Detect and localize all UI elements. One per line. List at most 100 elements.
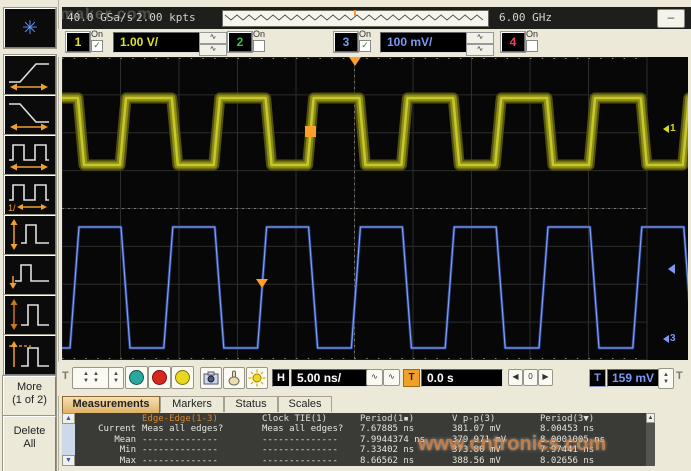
channel-2-button[interactable]: 2 (228, 32, 252, 52)
cell: 8.00453 ns (540, 424, 640, 434)
delete-all-button[interactable]: Delete All (3, 416, 56, 471)
vertical-adjust-label: T (62, 370, 69, 382)
hand-icon (226, 370, 242, 386)
vtop-meas-button[interactable] (4, 335, 56, 375)
display-brightness-button[interactable] (246, 367, 268, 389)
edge-marker-ch3[interactable] (256, 279, 268, 288)
measurements-scrollbar-left[interactable]: ▲ ▼ (62, 413, 75, 466)
touch-button[interactable] (223, 367, 245, 389)
vertical-scale-spinner[interactable]: ▲ ▼ (108, 367, 124, 389)
pan-right-button[interactable]: ▶ (538, 369, 553, 386)
channel-4-on-checkbox[interactable] (526, 40, 538, 52)
memory-depth-readout: 2.00 kpts (136, 11, 196, 24)
screen-capture-button[interactable] (200, 367, 222, 389)
edge-marker-ch1[interactable] (305, 126, 316, 137)
spin-down-icon[interactable]: ▼ (113, 378, 119, 385)
channel-1-scale-field[interactable]: 1.00 V/ (113, 32, 204, 53)
v-pp-icon (5, 216, 53, 252)
waveform-display[interactable]: 1 3 (62, 57, 688, 360)
marker-teal-button[interactable] (125, 366, 148, 389)
channel-3-ground-marker[interactable]: 3 (663, 333, 676, 344)
scroll-up-icon[interactable]: ▲ (62, 413, 75, 424)
pan-left-button[interactable]: ◀ (508, 369, 523, 386)
more-button[interactable]: More (1 of 2) (3, 376, 56, 418)
tab-scales[interactable]: Scales (278, 396, 332, 412)
minimize-button[interactable]: – (657, 9, 685, 28)
channel-1-coupling-button-bottom[interactable]: ∿ (199, 44, 227, 56)
bandwidth-readout: 6.00 GHz (499, 11, 552, 24)
row-label: Max (78, 456, 142, 466)
spin-up-icon[interactable]: ▲ (663, 372, 669, 379)
timebase-field[interactable]: 5.00 ns/ (291, 369, 368, 387)
channel-3-coupling-button-top[interactable]: ∿ (466, 32, 494, 44)
spin-up-icon[interactable]: ▲ (93, 371, 99, 378)
vmax-meas-button[interactable] (4, 295, 56, 335)
rise-time-meas-button[interactable] (4, 55, 56, 95)
row-label: Current (78, 424, 142, 434)
trigger-menu-button[interactable]: T (589, 369, 606, 387)
channel-1-on-label: On (91, 29, 103, 39)
cell: Meas all edges? (262, 424, 360, 434)
spin-up-icon[interactable]: ▲ (83, 371, 89, 378)
horizontal-position-field[interactable]: 0.0 s (421, 369, 503, 387)
v-max-icon (5, 296, 53, 332)
frequency-icon: 1/ (5, 176, 53, 212)
channel-3-on-checkbox[interactable]: ✓ (359, 40, 371, 52)
measurements-scrollbar-right[interactable]: ▲ (646, 413, 655, 466)
channel-3-scale-field[interactable]: 100 mV/ (380, 32, 471, 53)
spin-down-icon[interactable]: ▼ (663, 379, 669, 386)
channel-4-button[interactable]: 4 (501, 32, 525, 52)
trigger-level-field[interactable]: 159 mV (607, 369, 661, 387)
channel-2-on-label: On (253, 29, 265, 39)
tab-status[interactable]: Status (224, 396, 278, 412)
channel-1-button[interactable]: 1 (66, 32, 90, 52)
cell: Meas all edges? (142, 424, 262, 434)
channel-1-coupling-button-top[interactable]: ∿ (199, 32, 227, 44)
cell: 7.97441 ns (540, 445, 640, 455)
acquisition-preview-bar[interactable] (222, 10, 489, 27)
zoom-waveform-button-2[interactable]: ∿ (383, 369, 400, 386)
col-header-edge-edge: Edge-Edge(1-3) (142, 414, 262, 424)
trigger-level-spinner[interactable]: ▲ ▼ (658, 368, 674, 389)
cell: -------------- (142, 445, 262, 455)
zoom-waveform-button-1[interactable]: ∿ (366, 369, 383, 386)
fall-time-meas-button[interactable] (4, 95, 56, 135)
channel-2-on-checkbox[interactable] (253, 40, 265, 52)
trigger-position-button[interactable]: T (403, 369, 420, 387)
trigger-level-marker[interactable] (668, 264, 675, 274)
channel-controls-row: 1 On ✓ 1.00 V/ ∿ ∿ 2 On 3 On ✓ 100 mV/ ∿… (58, 29, 691, 57)
app-logo-button[interactable]: ✳ (4, 8, 56, 48)
spin-down-icon[interactable]: ▼ (93, 378, 99, 385)
oscilloscope-app: ✳ 1/ (0, 0, 691, 471)
channel-1-ground-marker[interactable]: 1 (663, 123, 676, 134)
cell: -------------- (262, 435, 360, 445)
vpp-meas-button[interactable] (4, 215, 56, 255)
tab-markers[interactable]: Markers (160, 396, 224, 412)
frequency-meas-button[interactable]: 1/ (4, 175, 56, 215)
scroll-down-icon[interactable]: ▼ (62, 455, 75, 466)
marker-red-button[interactable] (148, 366, 171, 389)
channel-1-on-checkbox[interactable]: ✓ (91, 40, 103, 52)
pan-zero-button[interactable]: 0 (523, 369, 538, 386)
sun-icon (248, 369, 266, 387)
horizontal-menu-button[interactable]: H (272, 369, 290, 387)
cell: 373.80 mV (452, 445, 540, 455)
channel-3-button[interactable]: 3 (334, 32, 358, 52)
spin-up-icon[interactable]: ▲ (113, 371, 119, 378)
cell: 8.02656 ns (540, 456, 640, 466)
marker-yellow-button[interactable] (171, 366, 194, 389)
yellow-circle-icon (175, 370, 190, 385)
spin-down-icon[interactable]: ▼ (83, 378, 89, 385)
vertical-position-spinner[interactable]: ▲▼ ▲▼ (72, 367, 110, 389)
trigger-time-marker[interactable] (349, 57, 361, 66)
rise-time-icon (5, 56, 53, 92)
tab-measurements[interactable]: Measurements (62, 396, 160, 413)
channel-3-coupling-button-bottom[interactable]: ∿ (466, 44, 494, 56)
vmin-meas-button[interactable] (4, 255, 56, 295)
camera-icon (203, 371, 219, 385)
col-header-clock-tie: Clock TIE(1) (262, 414, 360, 424)
scroll-up-icon[interactable]: ▲ (646, 413, 655, 423)
cell: -------------- (142, 456, 262, 466)
period-meas-button[interactable] (4, 135, 56, 175)
horizontal-trigger-controls: T ▲▼ ▲▼ ▲ ▼ (58, 362, 691, 396)
